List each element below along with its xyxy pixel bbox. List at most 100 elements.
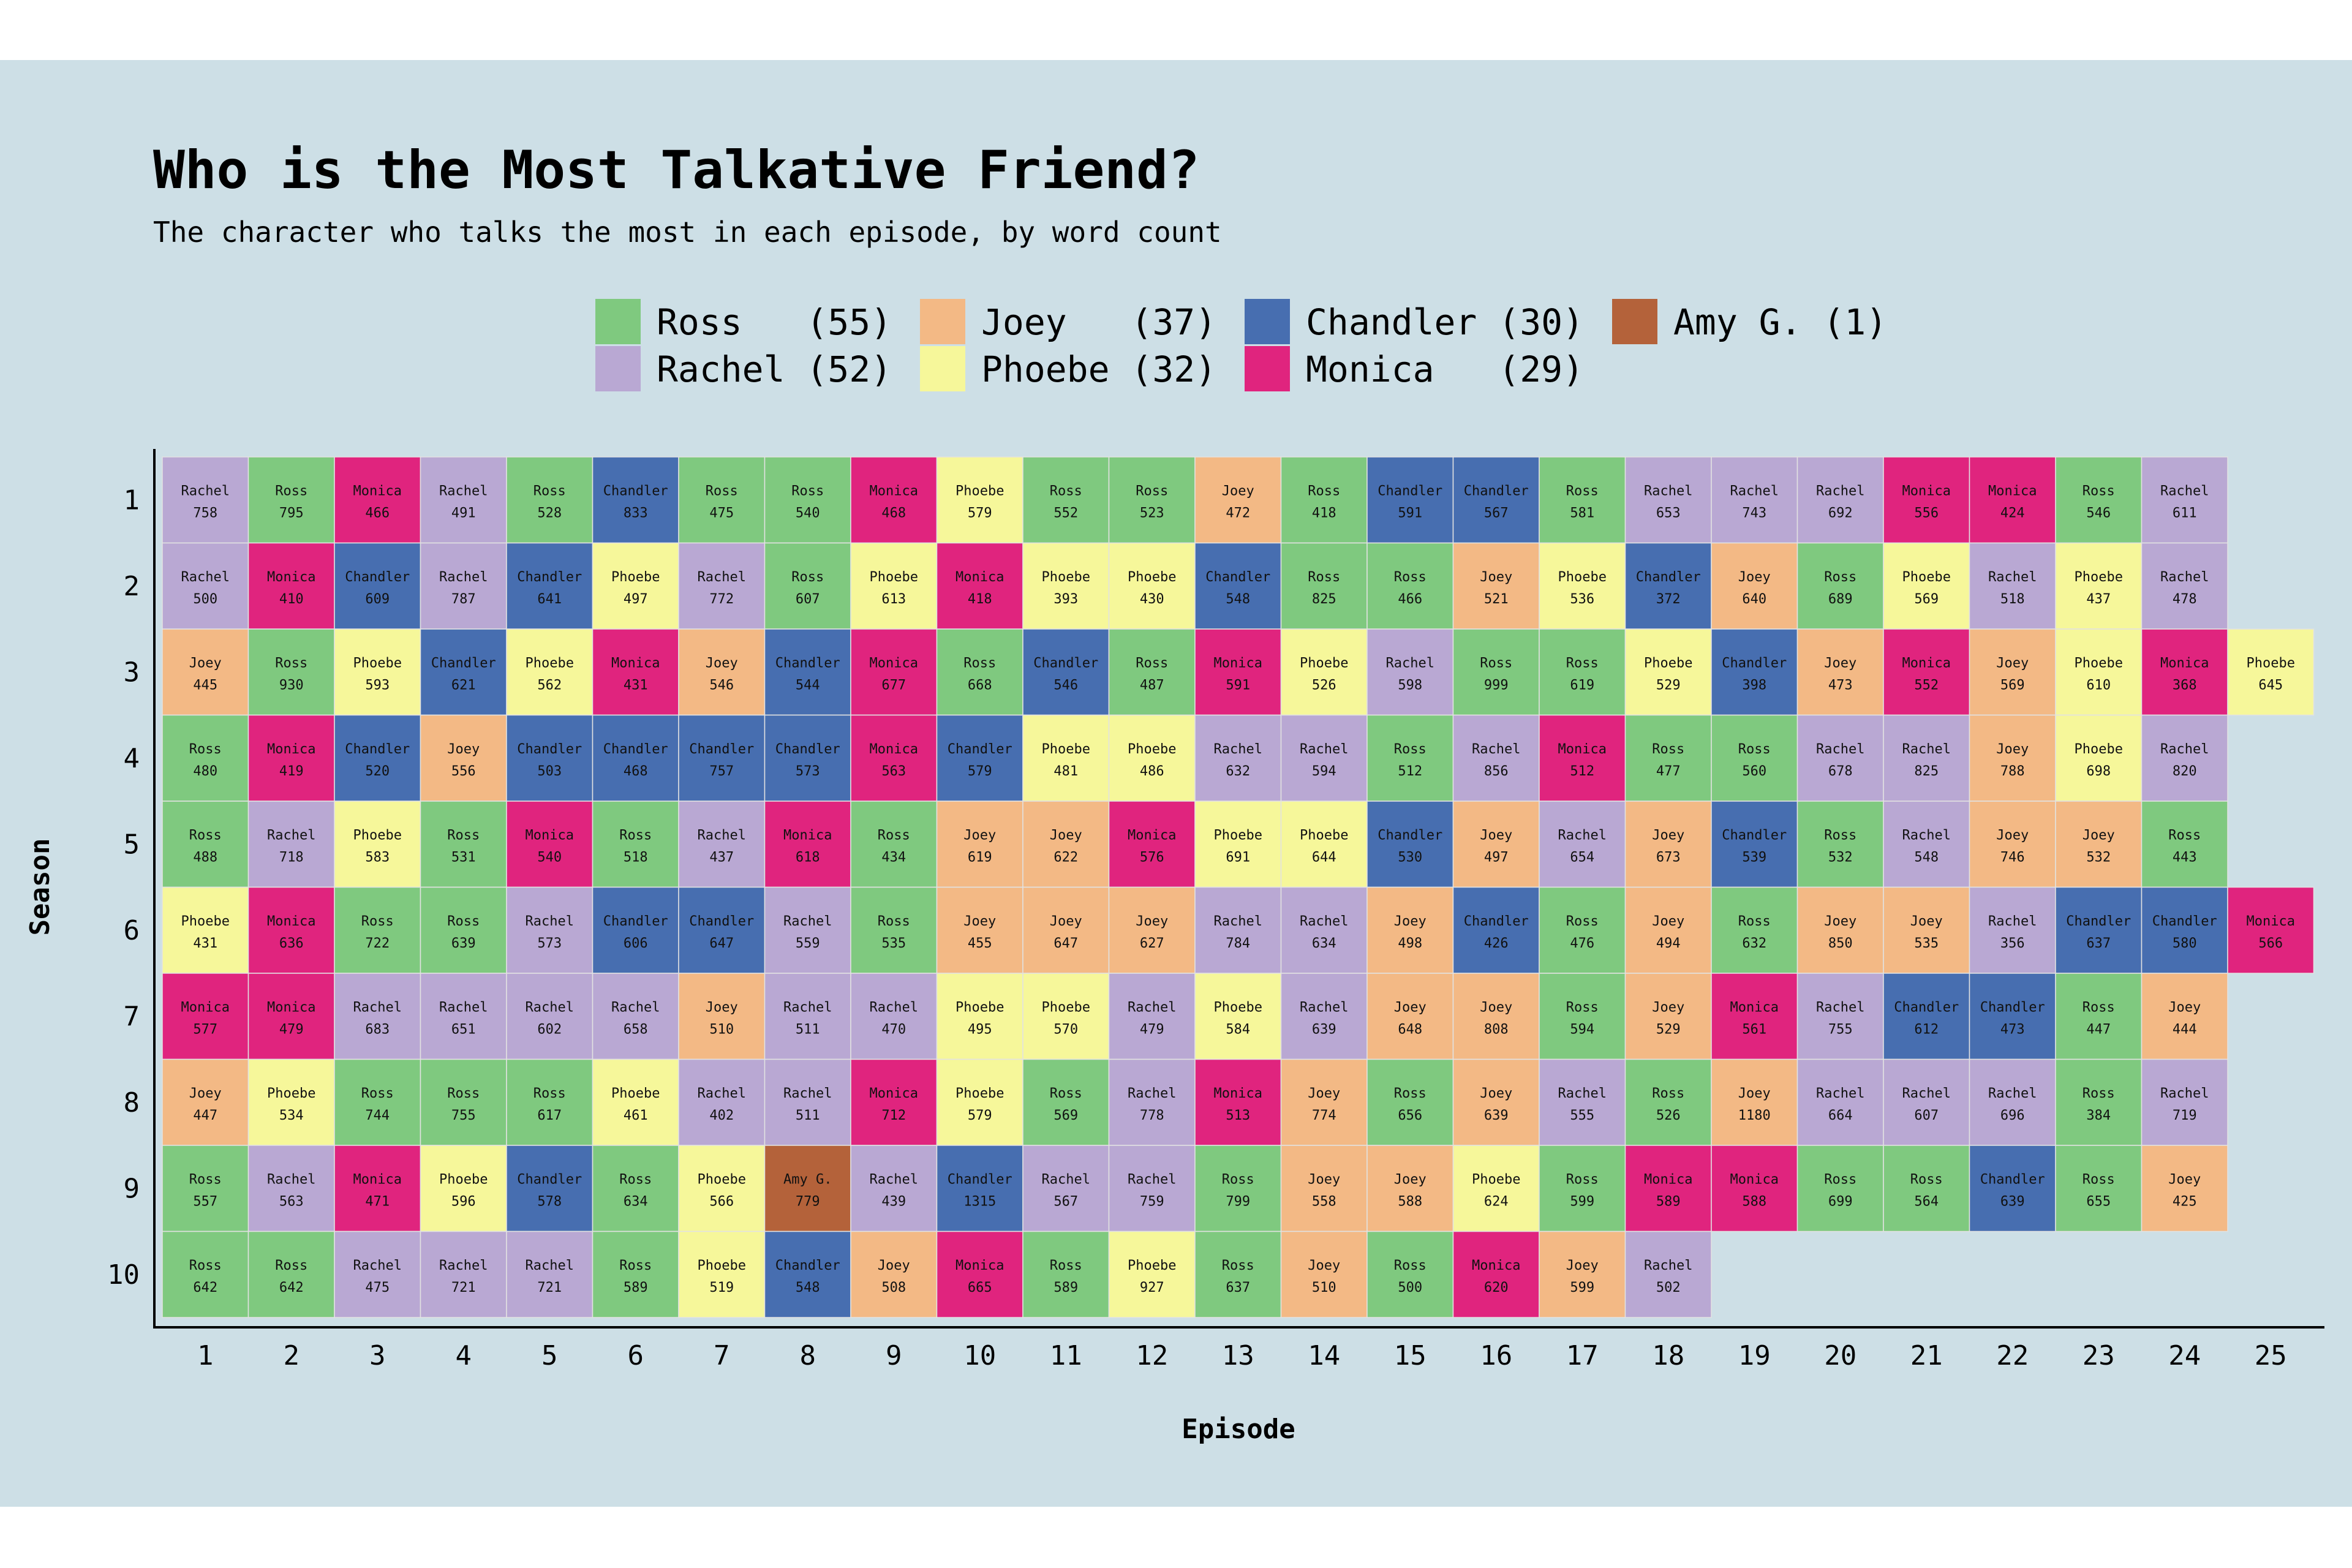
cell-character-label: Ross	[1738, 742, 1771, 757]
cell-character-label: Phoebe	[181, 914, 230, 929]
cell-character-label: Ross	[878, 914, 910, 929]
cell-word-count: 540	[537, 850, 562, 865]
cell-word-count: 578	[537, 1194, 562, 1209]
cell-rect	[1194, 542, 1282, 630]
cell-rect	[1539, 1058, 1626, 1146]
heatmap-cell: Chandler 639	[1969, 1145, 2056, 1232]
cell-word-count: 584	[1226, 1022, 1250, 1037]
cell-rect	[334, 542, 421, 630]
cell-rect	[678, 542, 766, 630]
heatmap-cell: Ross 564	[1883, 1145, 1970, 1232]
cell-character-label: Chandler	[2066, 914, 2131, 929]
heatmap-cell: Rachel 787	[420, 542, 507, 630]
cell-word-count: 744	[365, 1108, 390, 1123]
cell-word-count: 718	[279, 850, 304, 865]
cell-character-label: Ross	[1394, 742, 1427, 757]
cell-character-label: Joey	[1222, 483, 1254, 499]
cell-character-label: Chandler	[1894, 1000, 1959, 1015]
heatmap-cell: Ross 532	[1796, 801, 1884, 888]
heatmap-cell: Chandler 641	[506, 542, 594, 630]
heatmap-cell: Joey 510	[1280, 1231, 1368, 1318]
cell-rect	[162, 542, 249, 630]
cell-word-count: 624	[1484, 1194, 1509, 1209]
cell-word-count: 461	[624, 1108, 648, 1123]
heatmap-cell: Monica 468	[850, 456, 938, 544]
cell-word-count: 557	[193, 1194, 217, 1209]
cell-rect	[1366, 542, 1454, 630]
cell-word-count: 518	[2000, 592, 2025, 607]
cell-word-count: 795	[279, 505, 304, 521]
heatmap-cell: Joey 647	[1022, 886, 1110, 974]
cell-word-count: 648	[1398, 1022, 1422, 1037]
cell-character-label: Rachel	[353, 1000, 402, 1015]
cell-rect	[1108, 1231, 1196, 1318]
heatmap-cell: Rachel 825	[1883, 714, 1970, 802]
heatmap-cell: Ross 637	[1194, 1231, 1282, 1318]
cell-character-label: Ross	[706, 483, 738, 499]
cell-rect	[592, 1058, 679, 1146]
cell-character-label: Joey	[1480, 570, 1512, 585]
cell-word-count: 653	[1656, 505, 1681, 521]
cell-word-count: 562	[537, 677, 562, 693]
heatmap-cell: Joey 599	[1539, 1231, 1626, 1318]
cell-character-label: Rachel	[439, 1258, 488, 1273]
cell-word-count: 511	[796, 1108, 820, 1123]
heatmap-cell: Rachel 654	[1539, 801, 1626, 888]
cell-word-count: 521	[1484, 592, 1509, 607]
heatmap-cell: Monica 552	[1883, 628, 1970, 716]
cell-character-label: Rachel	[1730, 483, 1779, 499]
cell-word-count: 500	[193, 592, 217, 607]
cell-character-label: Rachel	[870, 1172, 918, 1187]
cell-word-count: 602	[537, 1022, 562, 1037]
cell-character-label: Rachel	[1902, 1086, 1951, 1101]
cell-rect	[162, 1145, 249, 1232]
heatmap-cell: Rachel 356	[1969, 886, 2056, 974]
x-tick-label: 16	[1480, 1340, 1512, 1371]
cell-rect	[1624, 1058, 1712, 1146]
cell-rect	[936, 973, 1023, 1060]
cell-character-label: Ross	[1394, 1086, 1427, 1101]
cell-character-label: Monica	[1730, 1172, 1779, 1187]
cell-word-count: 481	[1054, 764, 1078, 779]
cell-character-label: Phoebe	[611, 1086, 660, 1101]
y-tick-label: 4	[124, 743, 140, 774]
cell-word-count: 787	[451, 592, 476, 607]
cell-word-count: 611	[2173, 505, 2197, 521]
heatmap-cell: Joey 850	[1796, 886, 1884, 974]
heatmap-cell: Joey 673	[1624, 801, 1712, 888]
heatmap-cell: Chandler 520	[334, 714, 421, 802]
cell-rect	[1452, 886, 1540, 974]
cell-character-label: Ross	[1308, 570, 1340, 585]
cell-character-label: Chandler	[431, 655, 496, 671]
cell-rect	[850, 628, 938, 716]
heatmap-cell: Rachel 607	[1883, 1058, 1970, 1146]
cell-rect	[506, 1145, 594, 1232]
cell-character-label: Rachel	[267, 1172, 315, 1187]
cell-rect	[247, 1058, 335, 1146]
cell-rect	[1796, 456, 1884, 544]
heatmap-cell: Rachel 719	[2141, 1058, 2228, 1146]
cell-rect	[850, 542, 938, 630]
heatmap-cell: Rachel 511	[764, 1058, 851, 1146]
cell-character-label: Ross	[1222, 1258, 1254, 1273]
cell-word-count: 647	[1054, 936, 1078, 951]
heatmap-cell: Monica 368	[2141, 628, 2228, 716]
cell-character-label: Chandler	[345, 742, 410, 757]
cell-character-label: Rachel	[1988, 1086, 2037, 1101]
cell-character-label: Joey	[1566, 1258, 1599, 1273]
heatmap-cell: Rachel 755	[1796, 973, 1884, 1060]
cell-rect	[1539, 456, 1626, 544]
cell-rect	[678, 456, 766, 544]
cell-character-label: Monica	[1902, 483, 1951, 499]
cell-word-count: 591	[1398, 505, 1422, 521]
heatmap-cell: Chandler 579	[936, 714, 1023, 802]
y-tick-label: 8	[124, 1087, 140, 1118]
cell-character-label: Ross	[1652, 1086, 1684, 1101]
cell-character-label: Ross	[878, 827, 910, 843]
heatmap-cell: Phoebe 579	[936, 456, 1023, 544]
cell-rect	[592, 1145, 679, 1232]
cell-rect	[1194, 801, 1282, 888]
cell-rect	[936, 886, 1023, 974]
cell-word-count: 570	[1054, 1022, 1078, 1037]
cell-character-label: Chandler	[948, 1172, 1012, 1187]
